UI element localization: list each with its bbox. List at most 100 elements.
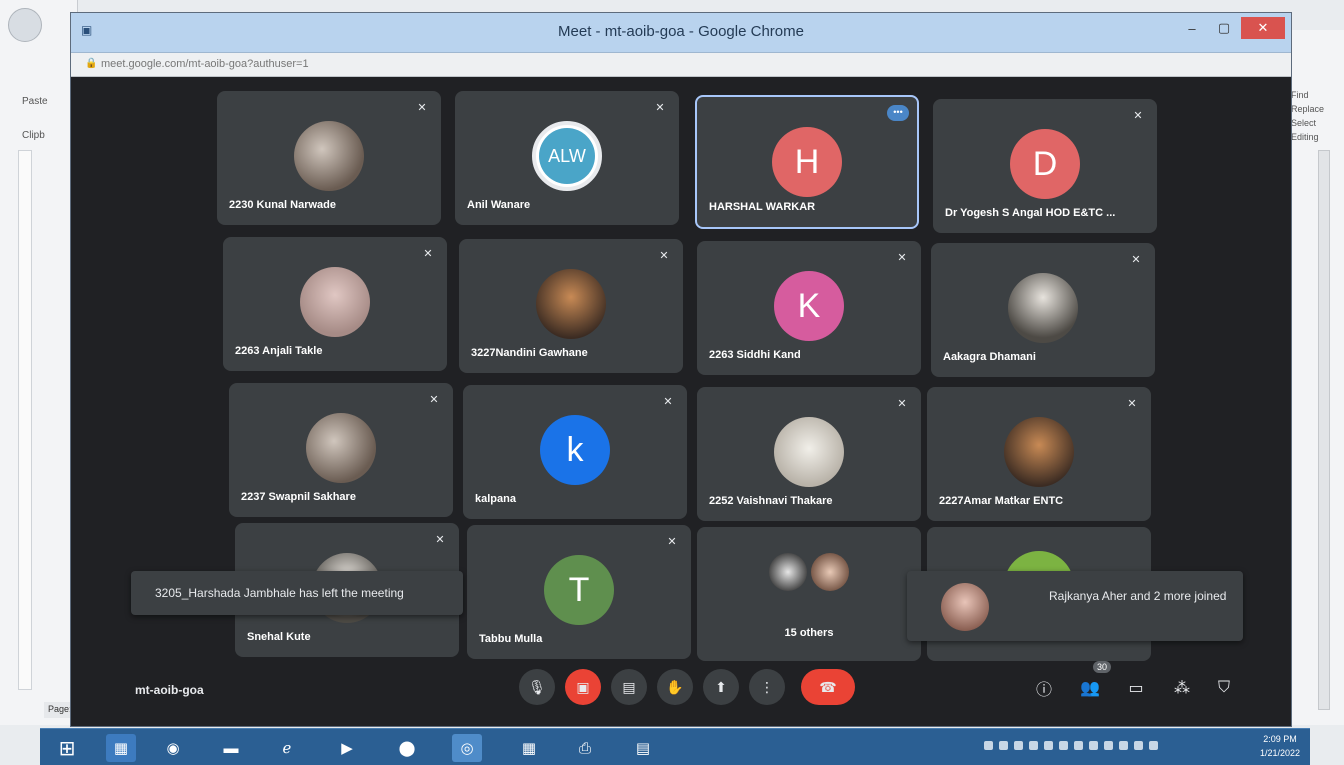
tray-icon[interactable]: [1029, 741, 1038, 750]
meeting-code: mt-aoib-goa: [135, 683, 204, 697]
avatar: H: [772, 127, 842, 197]
captions-button[interactable]: ▤: [611, 669, 647, 705]
more-vert-icon: ⋮: [760, 678, 774, 695]
participant-tile-active[interactable]: ••• H HARSHAL WARKAR: [695, 95, 919, 229]
chat-icon: ▭: [1128, 680, 1144, 697]
participant-count-badge: 30: [1093, 661, 1112, 673]
camera-off-button[interactable]: ▣: [565, 669, 601, 705]
taskbar-app[interactable]: ⎙: [570, 734, 600, 762]
mic-off-icon: ✕: [429, 394, 439, 406]
clipboard-label: Clipb: [22, 130, 45, 141]
mic-off-icon: ✕: [423, 248, 433, 260]
activities-button[interactable]: ⁂: [1169, 675, 1195, 701]
taskbar-app[interactable]: ▬: [216, 734, 246, 762]
participant-tile[interactable]: ✕ 3227Nandini Gawhane: [459, 239, 683, 373]
chrome-window: ▣ Meet - mt-aoib-goa - Google Chrome – ▢…: [70, 12, 1292, 727]
lock-icon: 🔒: [85, 58, 98, 69]
participant-name: 2263 Siddhi Kand: [709, 349, 801, 361]
taskbar-app[interactable]: ◎: [452, 734, 482, 762]
tray-icon[interactable]: [1089, 741, 1098, 750]
participant-tile[interactable]: ✕ D Dr Yogesh S Angal HOD E&TC ...: [933, 99, 1157, 233]
windows-logo-icon: ⊞: [58, 737, 76, 760]
participant-tile[interactable]: ✕ k kalpana: [463, 385, 687, 519]
participant-tile[interactable]: ✕ 2230 Kunal Narwade: [217, 91, 441, 225]
participant-name: 2230 Kunal Narwade: [229, 199, 336, 211]
participant-tile[interactable]: ✕ Aakagra Dhamani: [931, 243, 1155, 377]
participant-name: Snehal Kute: [247, 631, 311, 643]
taskbar-app[interactable]: ℯ: [272, 734, 302, 762]
start-button[interactable]: ⊞: [52, 734, 82, 762]
chat-button[interactable]: ▭: [1123, 675, 1149, 701]
tray-icon[interactable]: [1074, 741, 1083, 750]
find-button[interactable]: Find: [1285, 88, 1344, 102]
avatar: D: [1010, 129, 1080, 199]
tray-icon[interactable]: [1044, 741, 1053, 750]
tray-icon[interactable]: [1014, 741, 1023, 750]
close-button[interactable]: ✕: [1241, 17, 1285, 39]
taskbar-app[interactable]: ▦: [514, 734, 544, 762]
meeting-details-button[interactable]: ⓘ: [1031, 675, 1057, 701]
url-text[interactable]: meet.google.com/mt-aoib-goa?authuser=1: [101, 58, 309, 70]
select-button[interactable]: Select: [1285, 116, 1344, 130]
raise-hand-button[interactable]: ✋: [657, 669, 693, 705]
host-controls-button[interactable]: ⛉: [1211, 675, 1237, 701]
avatar: [536, 269, 606, 339]
avatar: [1008, 273, 1078, 343]
taskbar-app[interactable]: ⬤: [392, 734, 422, 762]
participant-name: 2227Amar Matkar ENTC: [939, 495, 1064, 507]
taskbar-app[interactable]: ▶: [332, 734, 362, 762]
participant-tile[interactable]: ✕ 2263 Anjali Takle: [223, 237, 447, 371]
participant-name: 3227Nandini Gawhane: [471, 347, 588, 359]
participant-tile[interactable]: ✕ T Tabbu Mulla: [467, 525, 691, 659]
office-button[interactable]: [8, 8, 42, 42]
others-avatar-group: [769, 553, 849, 591]
people-button[interactable]: 👥: [1077, 675, 1103, 701]
minimize-button[interactable]: –: [1177, 17, 1207, 39]
word-scrollbar[interactable]: [1318, 150, 1330, 710]
avatar: K: [774, 271, 844, 341]
more-options-button[interactable]: ⋮: [749, 669, 785, 705]
maximize-button[interactable]: ▢: [1209, 17, 1239, 39]
leave-call-button[interactable]: ☎: [801, 669, 855, 705]
taskbar-app[interactable]: ▦: [106, 734, 136, 762]
replace-button[interactable]: Replace: [1285, 102, 1344, 116]
tray-icon[interactable]: [1059, 741, 1068, 750]
avatar: [941, 583, 989, 631]
tray-icon[interactable]: [984, 741, 993, 750]
paste-label[interactable]: Paste: [22, 96, 48, 107]
avatar: [774, 417, 844, 487]
mic-off-icon: ✕: [417, 102, 427, 114]
participant-tile[interactable]: ✕ 2252 Vaishnavi Thakare: [697, 387, 921, 521]
participant-name: 2263 Anjali Takle: [235, 345, 323, 357]
participant-name: HARSHAL WARKAR: [709, 201, 816, 213]
tray-icon[interactable]: [999, 741, 1008, 750]
avatar: [306, 413, 376, 483]
tray-icon[interactable]: [1104, 741, 1113, 750]
clock[interactable]: 2:09 PM 1/21/2022: [1260, 732, 1300, 760]
clock-date: 1/21/2022: [1259, 748, 1300, 758]
taskbar-app[interactable]: ◉: [158, 734, 188, 762]
more-options-icon[interactable]: •••: [887, 105, 909, 121]
taskbar-app[interactable]: ▤: [628, 734, 658, 762]
window-title: Meet - mt-aoib-goa - Google Chrome: [558, 23, 804, 40]
shield-icon: ⛉: [1217, 679, 1230, 696]
present-icon: ⬆: [715, 678, 727, 695]
others-tile[interactable]: 15 others: [697, 527, 921, 661]
title-bar[interactable]: ▣ Meet - mt-aoib-goa - Google Chrome – ▢…: [71, 13, 1291, 53]
window-controls: – ▢ ✕: [1177, 17, 1285, 39]
participant-tile[interactable]: ✕ 2227Amar Matkar ENTC: [927, 387, 1151, 521]
tray-icon[interactable]: [1149, 741, 1158, 750]
microphone-button[interactable]: 🎙: [519, 669, 555, 705]
participant-tile[interactable]: ✕ 2237 Swapnil Sakhare: [229, 383, 453, 517]
avatar-initials: ALW: [539, 128, 595, 184]
participant-name: 2252 Vaishnavi Thakare: [709, 495, 833, 507]
windows-taskbar: ⊞ ▦ ◉ ▬ ℯ ▶ ⬤ ◎ ▦ ⎙ ▤ 2:09 PM 1/21/2022: [40, 728, 1310, 765]
address-bar[interactable]: 🔒 meet.google.com/mt-aoib-goa?authuser=1: [71, 53, 1291, 77]
word-icon: ▤: [635, 740, 651, 757]
participant-tile[interactable]: ✕ ALW Anil Wanare: [455, 91, 679, 225]
people-icon: 👥: [1080, 680, 1100, 697]
tray-icon[interactable]: [1119, 741, 1128, 750]
tray-icon[interactable]: [1134, 741, 1143, 750]
participant-tile[interactable]: ✕ K 2263 Siddhi Kand: [697, 241, 921, 375]
present-button[interactable]: ⬆: [703, 669, 739, 705]
